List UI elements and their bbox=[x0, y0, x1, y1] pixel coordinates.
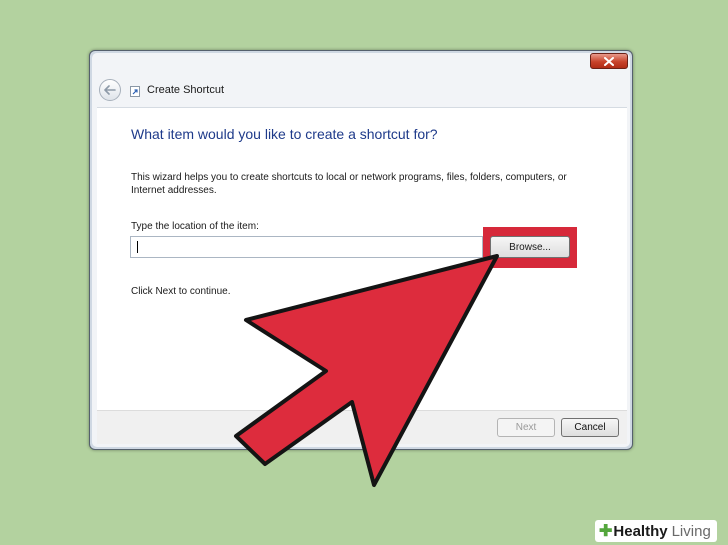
next-button[interactable]: Next bbox=[497, 418, 555, 437]
wizard-description: This wizard helps you to create shortcut… bbox=[131, 172, 567, 196]
back-arrow-icon bbox=[104, 85, 116, 95]
plus-icon: ✚ bbox=[599, 523, 613, 540]
healthy-living-logo: ✚ Healthy Living bbox=[595, 520, 717, 542]
location-input[interactable] bbox=[130, 236, 483, 258]
back-button[interactable] bbox=[99, 79, 121, 101]
shortcut-wizard-icon bbox=[130, 86, 140, 97]
brand-word-living: Living bbox=[671, 522, 711, 540]
brand-word-healthy: Healthy bbox=[613, 522, 668, 540]
close-icon bbox=[604, 56, 614, 66]
dialog-footer: Next Cancel bbox=[97, 410, 627, 444]
browse-button[interactable]: Browse... bbox=[490, 236, 570, 258]
cancel-button[interactable]: Cancel bbox=[561, 418, 619, 437]
location-label: Type the location of the item: bbox=[131, 221, 259, 232]
wizard-heading: What item would you like to create a sho… bbox=[131, 126, 438, 142]
dialog-content: What item would you like to create a sho… bbox=[97, 107, 627, 411]
close-button[interactable] bbox=[590, 53, 628, 69]
create-shortcut-dialog: Create Shortcut What item would you like… bbox=[89, 50, 633, 450]
continue-instruction: Click Next to continue. bbox=[131, 286, 231, 297]
dialog-title: Create Shortcut bbox=[147, 84, 225, 96]
text-caret bbox=[137, 241, 138, 253]
